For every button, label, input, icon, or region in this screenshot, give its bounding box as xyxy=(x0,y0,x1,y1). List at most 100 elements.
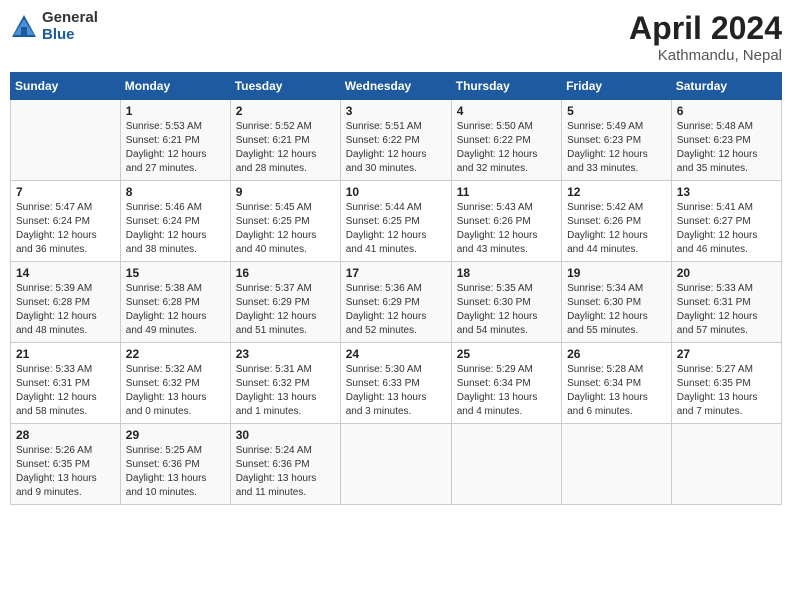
header-cell-saturday: Saturday xyxy=(671,73,781,100)
day-number: 15 xyxy=(126,266,225,280)
day-number: 9 xyxy=(236,185,335,199)
day-info: Sunrise: 5:38 AM Sunset: 6:28 PM Dayligh… xyxy=(126,282,225,338)
day-cell: 21 Sunrise: 5:33 AM Sunset: 6:31 PM Dayli… xyxy=(11,343,121,424)
day-cell xyxy=(11,100,121,181)
day-cell: 28 Sunrise: 5:26 AM Sunset: 6:35 PM Dayli… xyxy=(11,424,121,505)
day-info: Sunrise: 5:44 AM Sunset: 6:25 PM Dayligh… xyxy=(346,201,446,257)
header-cell-sunday: Sunday xyxy=(11,73,121,100)
day-info: Sunrise: 5:48 AM Sunset: 6:23 PM Dayligh… xyxy=(677,120,776,176)
day-info: Sunrise: 5:33 AM Sunset: 6:31 PM Dayligh… xyxy=(16,363,115,419)
day-cell: 27Sunrise: 5:27 AM Sunset: 6:35 PM Dayli… xyxy=(671,343,781,424)
day-number: 28 xyxy=(16,428,115,442)
day-info: Sunrise: 5:31 AM Sunset: 6:32 PM Dayligh… xyxy=(236,363,335,419)
day-cell: 7 Sunrise: 5:47 AM Sunset: 6:24 PM Daylig… xyxy=(11,181,121,262)
day-info: Sunrise: 5:50 AM Sunset: 6:22 PM Dayligh… xyxy=(457,120,556,176)
day-cell: 20 Sunrise: 5:33 AM Sunset: 6:31 PM Dayli… xyxy=(671,262,781,343)
day-info: Sunrise: 5:36 AM Sunset: 6:29 PM Dayligh… xyxy=(346,282,446,338)
day-info: Sunrise: 5:24 AM Sunset: 6:36 PM Dayligh… xyxy=(236,444,335,500)
day-info: Sunrise: 5:29 AM Sunset: 6:34 PM Dayligh… xyxy=(457,363,556,419)
day-number: 21 xyxy=(16,347,115,361)
day-number: 17 xyxy=(346,266,446,280)
day-info: Sunrise: 5:35 AM Sunset: 6:30 PM Dayligh… xyxy=(457,282,556,338)
logo-icon xyxy=(10,13,38,41)
day-number: 20 xyxy=(677,266,776,280)
day-number: 13 xyxy=(677,185,776,199)
header-row: SundayMondayTuesdayWednesdayThursdayFrid… xyxy=(11,73,782,100)
day-number: 14 xyxy=(16,266,115,280)
calendar-body: 1 Sunrise: 5:53 AM Sunset: 6:21 PM Daylig… xyxy=(11,100,782,505)
day-info: Sunrise: 5:37 AM Sunset: 6:29 PM Dayligh… xyxy=(236,282,335,338)
day-info: Sunrise: 5:47 AM Sunset: 6:24 PM Dayligh… xyxy=(16,201,115,257)
day-cell xyxy=(451,424,561,505)
calendar-table: SundayMondayTuesdayWednesdayThursdayFrid… xyxy=(10,72,782,505)
day-cell: 1 Sunrise: 5:53 AM Sunset: 6:21 PM Daylig… xyxy=(120,100,230,181)
day-cell: 10Sunrise: 5:44 AM Sunset: 6:25 PM Dayli… xyxy=(340,181,451,262)
day-cell: 9Sunrise: 5:45 AM Sunset: 6:25 PM Daylig… xyxy=(230,181,340,262)
week-row-4: 21 Sunrise: 5:33 AM Sunset: 6:31 PM Dayli… xyxy=(11,343,782,424)
day-cell: 2 Sunrise: 5:52 AM Sunset: 6:21 PM Daylig… xyxy=(230,100,340,181)
day-info: Sunrise: 5:53 AM Sunset: 6:21 PM Dayligh… xyxy=(126,120,225,176)
day-number: 26 xyxy=(567,347,666,361)
header-cell-thursday: Thursday xyxy=(451,73,561,100)
day-info: Sunrise: 5:49 AM Sunset: 6:23 PM Dayligh… xyxy=(567,120,666,176)
week-row-3: 14 Sunrise: 5:39 AM Sunset: 6:28 PM Dayli… xyxy=(11,262,782,343)
day-info: Sunrise: 5:34 AM Sunset: 6:30 PM Dayligh… xyxy=(567,282,666,338)
day-cell: 8 Sunrise: 5:46 AM Sunset: 6:24 PM Daylig… xyxy=(120,181,230,262)
day-number: 30 xyxy=(236,428,335,442)
day-cell: 24 Sunrise: 5:30 AM Sunset: 6:33 PM Dayli… xyxy=(340,343,451,424)
header-cell-wednesday: Wednesday xyxy=(340,73,451,100)
day-info: Sunrise: 5:52 AM Sunset: 6:21 PM Dayligh… xyxy=(236,120,335,176)
logo-text: General Blue xyxy=(42,10,98,43)
title-month: April 2024 xyxy=(629,10,782,47)
day-cell: 3Sunrise: 5:51 AM Sunset: 6:22 PM Daylig… xyxy=(340,100,451,181)
week-row-2: 7 Sunrise: 5:47 AM Sunset: 6:24 PM Daylig… xyxy=(11,181,782,262)
day-number: 6 xyxy=(677,104,776,118)
page-header: General Blue April 2024 Kathmandu, Nepal xyxy=(10,10,782,64)
day-info: Sunrise: 5:27 AM Sunset: 6:35 PM Dayligh… xyxy=(677,363,776,419)
day-cell: 5Sunrise: 5:49 AM Sunset: 6:23 PM Daylig… xyxy=(562,100,672,181)
day-cell: 29 Sunrise: 5:25 AM Sunset: 6:36 PM Dayli… xyxy=(120,424,230,505)
day-cell xyxy=(671,424,781,505)
day-cell: 14 Sunrise: 5:39 AM Sunset: 6:28 PM Dayli… xyxy=(11,262,121,343)
day-number: 7 xyxy=(16,185,115,199)
day-cell: 23 Sunrise: 5:31 AM Sunset: 6:32 PM Dayli… xyxy=(230,343,340,424)
day-number: 4 xyxy=(457,104,556,118)
day-cell xyxy=(340,424,451,505)
day-info: Sunrise: 5:26 AM Sunset: 6:35 PM Dayligh… xyxy=(16,444,115,500)
day-cell: 19 Sunrise: 5:34 AM Sunset: 6:30 PM Dayli… xyxy=(562,262,672,343)
day-info: Sunrise: 5:46 AM Sunset: 6:24 PM Dayligh… xyxy=(126,201,225,257)
week-row-1: 1 Sunrise: 5:53 AM Sunset: 6:21 PM Daylig… xyxy=(11,100,782,181)
day-cell: 11Sunrise: 5:43 AM Sunset: 6:26 PM Dayli… xyxy=(451,181,561,262)
day-cell: 13 Sunrise: 5:41 AM Sunset: 6:27 PM Dayli… xyxy=(671,181,781,262)
day-cell: 22 Sunrise: 5:32 AM Sunset: 6:32 PM Dayli… xyxy=(120,343,230,424)
logo: General Blue xyxy=(10,10,98,43)
day-info: Sunrise: 5:25 AM Sunset: 6:36 PM Dayligh… xyxy=(126,444,225,500)
day-number: 2 xyxy=(236,104,335,118)
day-info: Sunrise: 5:42 AM Sunset: 6:26 PM Dayligh… xyxy=(567,201,666,257)
day-info: Sunrise: 5:28 AM Sunset: 6:34 PM Dayligh… xyxy=(567,363,666,419)
day-number: 11 xyxy=(457,185,556,199)
day-number: 1 xyxy=(126,104,225,118)
day-number: 12 xyxy=(567,185,666,199)
week-row-5: 28 Sunrise: 5:26 AM Sunset: 6:35 PM Dayli… xyxy=(11,424,782,505)
day-number: 22 xyxy=(126,347,225,361)
day-number: 25 xyxy=(457,347,556,361)
day-cell: 15 Sunrise: 5:38 AM Sunset: 6:28 PM Dayli… xyxy=(120,262,230,343)
day-cell: 16Sunrise: 5:37 AM Sunset: 6:29 PM Dayli… xyxy=(230,262,340,343)
day-cell xyxy=(562,424,672,505)
day-info: Sunrise: 5:32 AM Sunset: 6:32 PM Dayligh… xyxy=(126,363,225,419)
day-number: 8 xyxy=(126,185,225,199)
day-number: 19 xyxy=(567,266,666,280)
day-info: Sunrise: 5:33 AM Sunset: 6:31 PM Dayligh… xyxy=(677,282,776,338)
day-info: Sunrise: 5:30 AM Sunset: 6:33 PM Dayligh… xyxy=(346,363,446,419)
day-cell: 25 Sunrise: 5:29 AM Sunset: 6:34 PM Dayli… xyxy=(451,343,561,424)
day-number: 24 xyxy=(346,347,446,361)
day-cell: 4 Sunrise: 5:50 AM Sunset: 6:22 PM Daylig… xyxy=(451,100,561,181)
logo-general: General xyxy=(42,10,98,27)
day-info: Sunrise: 5:41 AM Sunset: 6:27 PM Dayligh… xyxy=(677,201,776,257)
day-info: Sunrise: 5:39 AM Sunset: 6:28 PM Dayligh… xyxy=(16,282,115,338)
day-number: 23 xyxy=(236,347,335,361)
calendar-header: SundayMondayTuesdayWednesdayThursdayFrid… xyxy=(11,73,782,100)
day-cell: 26 Sunrise: 5:28 AM Sunset: 6:34 PM Dayli… xyxy=(562,343,672,424)
day-number: 29 xyxy=(126,428,225,442)
